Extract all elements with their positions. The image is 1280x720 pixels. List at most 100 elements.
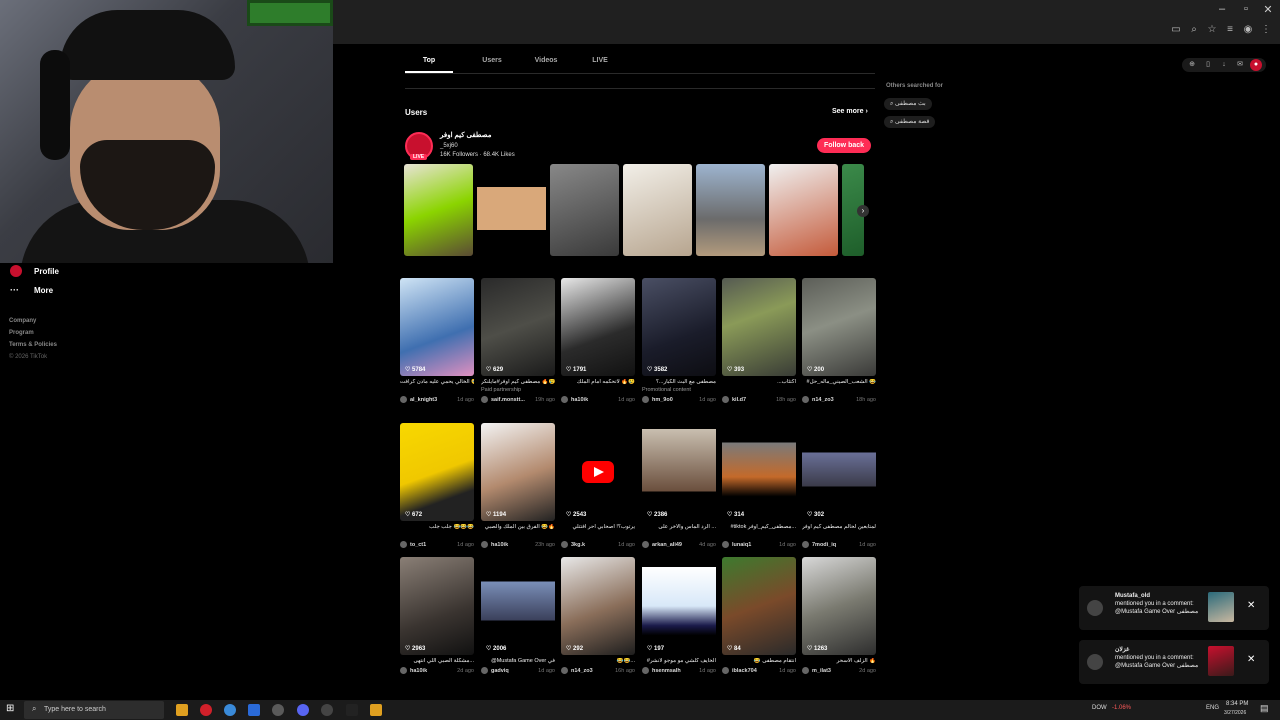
- video-thumbnail[interactable]: ♡ 3582: [642, 278, 716, 376]
- follow-back-button[interactable]: Follow back: [817, 138, 871, 153]
- video-thumbnail[interactable]: ♡ 629: [481, 278, 555, 376]
- video-card[interactable]: ♡ 1263 الزلف الاسحر 🔥 m_ilat3 2d ago: [802, 557, 876, 674]
- link-terms[interactable]: Terms & Policies: [9, 339, 57, 351]
- author[interactable]: 3kg.k: [561, 541, 585, 548]
- download-icon[interactable]: ↓: [1218, 59, 1230, 71]
- app-icon[interactable]: [370, 704, 382, 716]
- video-thumbnail[interactable]: ♡ 1263: [802, 557, 876, 655]
- video-thumbnail[interactable]: ♡ 314: [722, 423, 796, 521]
- see-more-link[interactable]: See more ›: [832, 108, 868, 115]
- user-video-thumb[interactable]: [404, 164, 473, 256]
- author[interactable]: saif.monstt...: [481, 396, 525, 403]
- video-thumbnail[interactable]: ♡ 292: [561, 557, 635, 655]
- coins-icon[interactable]: ⊕: [1186, 59, 1198, 71]
- tab-users[interactable]: Users: [462, 54, 522, 73]
- user-video-thumb[interactable]: [623, 164, 692, 256]
- user-video-thumb[interactable]: [477, 164, 546, 256]
- ticker-label[interactable]: DOW: [1092, 705, 1107, 711]
- video-card[interactable]: ♡ 672 جلب جلب 😂😂😂 to_ct1 1d ago: [400, 423, 474, 548]
- file-explorer-icon[interactable]: [176, 704, 188, 716]
- app-icon[interactable]: [248, 704, 260, 716]
- video-card[interactable]: ♡ 2006 @Mustafa Game Over في gadviq 1d ag…: [481, 557, 555, 674]
- maximize-icon[interactable]: ▫: [1236, 3, 1256, 15]
- video-card[interactable]: ♡ 629 مصطفى كيم اوفر#مايلنكر 🔥😢... Paid …: [481, 278, 555, 403]
- author[interactable]: arkan_ali49: [642, 541, 682, 548]
- related-search-chip[interactable]: ⌕ قصة مصطفى: [884, 116, 936, 128]
- author[interactable]: hsenmsalh: [642, 667, 681, 674]
- related-search-chip[interactable]: ⌕ بث مصطفى: [884, 98, 932, 110]
- extensions-icon[interactable]: ≡: [1224, 24, 1236, 35]
- user-video-thumb[interactable]: [696, 164, 765, 256]
- zoom-icon[interactable]: ⌕: [1188, 24, 1200, 35]
- media-player-icon[interactable]: [321, 704, 333, 716]
- opera-icon[interactable]: [200, 704, 212, 716]
- video-thumbnail[interactable]: ♡ 1791: [561, 278, 635, 376]
- notification-center-icon[interactable]: ▤: [1260, 703, 1269, 714]
- link-company[interactable]: Company: [9, 315, 57, 327]
- user-video-thumb[interactable]: [769, 164, 838, 256]
- discord-icon[interactable]: [297, 704, 309, 716]
- video-thumbnail[interactable]: ♡ 200: [802, 278, 876, 376]
- author[interactable]: al_knight3: [400, 396, 437, 403]
- video-card[interactable]: ♡ 292 😂😂... n14_zo3 16h ago: [561, 557, 635, 674]
- bookmark-star-icon[interactable]: ☆: [1206, 24, 1218, 35]
- video-card[interactable]: ♡ 393 ...اكتئاب kil.d7 18h ago: [722, 278, 796, 403]
- video-thumbnail[interactable]: ♡ 197: [642, 557, 716, 655]
- tab-videos[interactable]: Videos: [522, 54, 570, 73]
- minimize-icon[interactable]: –: [1212, 3, 1232, 15]
- close-window-icon[interactable]: ✕: [1258, 3, 1278, 16]
- chrome-icon[interactable]: [224, 704, 236, 716]
- windows-start-icon[interactable]: ⊞: [6, 703, 14, 714]
- video-card[interactable]: ♡ 314 #tiktok مصطفى_كيم_اوفر... lunaiq1 1…: [722, 423, 796, 548]
- sidebar-item-more[interactable]: ··· More: [10, 285, 53, 295]
- video-thumbnail[interactable]: ♡ 1194: [481, 423, 555, 521]
- close-icon[interactable]: ✕: [1247, 654, 1255, 665]
- video-card[interactable]: ♡ 84 😂 انتقام مصطفى iblack704 1d ago: [722, 557, 796, 674]
- video-card[interactable]: ♡ 2543 يرتوب؟! اصحابي احر افتتلي 3kg.k 1d…: [561, 423, 635, 548]
- video-thumbnail[interactable]: ♡ 2543: [561, 423, 635, 521]
- author[interactable]: gadviq: [481, 667, 509, 674]
- video-thumbnail[interactable]: ♡ 672: [400, 423, 474, 521]
- author[interactable]: n14_zo3: [802, 396, 834, 403]
- notification-toast[interactable]: Mustafa_old mentioned you in a comment: @…: [1079, 586, 1269, 630]
- user-name[interactable]: مصطفى كيم اوفر: [440, 131, 491, 139]
- video-thumbnail[interactable]: ♡ 302: [802, 423, 876, 521]
- video-card[interactable]: ♡ 200 #الشعب_الصيني_ماله_حل 😂 n14_zo3 18h…: [802, 278, 876, 403]
- video-card[interactable]: ♡ 1194 الفرق بين الملك والصبي 😂🔥 ha10ik 2…: [481, 423, 555, 548]
- capcut-icon[interactable]: [346, 704, 358, 716]
- video-thumbnail[interactable]: ♡ 2006: [481, 557, 555, 655]
- author[interactable]: n14_zo3: [561, 667, 593, 674]
- author[interactable]: hm_9o0: [642, 396, 673, 403]
- author[interactable]: to_ct1: [400, 541, 426, 548]
- phone-icon[interactable]: ▯: [1202, 59, 1214, 71]
- close-icon[interactable]: ✕: [1247, 600, 1255, 611]
- taskbar-search[interactable]: Type here to search: [24, 701, 164, 719]
- install-icon[interactable]: ▭: [1170, 24, 1182, 35]
- notification-toast[interactable]: غزلان mentioned you in a comment: @Mustaf…: [1079, 640, 1269, 684]
- video-thumbnail[interactable]: ♡ 2963: [400, 557, 474, 655]
- tab-live[interactable]: LIVE: [570, 54, 630, 73]
- sidebar-item-profile[interactable]: Profile: [10, 265, 59, 277]
- author[interactable]: ha10ik: [561, 396, 588, 403]
- author[interactable]: lunaiq1: [722, 541, 751, 548]
- user-video-thumb[interactable]: [550, 164, 619, 256]
- author[interactable]: ha10ik: [400, 667, 427, 674]
- author[interactable]: kil.d7: [722, 396, 746, 403]
- video-card[interactable]: ♡ 197 #الخايف كلشي مو موجو لانشر hsenmsa…: [642, 557, 716, 674]
- account-avatar[interactable]: ●: [1250, 59, 1262, 71]
- video-thumbnail[interactable]: ♡ 84: [722, 557, 796, 655]
- author[interactable]: iblack704: [722, 667, 757, 674]
- video-card[interactable]: ♡ 5784 الخالي يحمي عليه مادن كرافت 🥹🥹 al…: [400, 278, 474, 403]
- browser-menu-icon[interactable]: ⋮: [1260, 24, 1272, 35]
- inbox-icon[interactable]: ✉: [1234, 59, 1246, 71]
- chevron-right-icon[interactable]: ›: [857, 205, 869, 217]
- video-card[interactable]: ♡ 2963 مشكلة الصبي اللي انتهى... ha10ik 2…: [400, 557, 474, 674]
- video-card[interactable]: ♡ 1791 لاتحكمه امام الملك 🔥😢 ha10ik 1d ag…: [561, 278, 635, 403]
- author[interactable]: 7modi_iq: [802, 541, 836, 548]
- video-thumbnail[interactable]: ♡ 393: [722, 278, 796, 376]
- profile-icon[interactable]: ◉: [1242, 24, 1254, 35]
- author[interactable]: m_ilat3: [802, 667, 831, 674]
- video-thumbnail[interactable]: ♡ 2386: [642, 423, 716, 521]
- language-indicator[interactable]: ENG: [1206, 705, 1219, 711]
- video-card[interactable]: ♡ 302 المتابعين لحالم مصطفى كيم اوفر... …: [802, 423, 876, 548]
